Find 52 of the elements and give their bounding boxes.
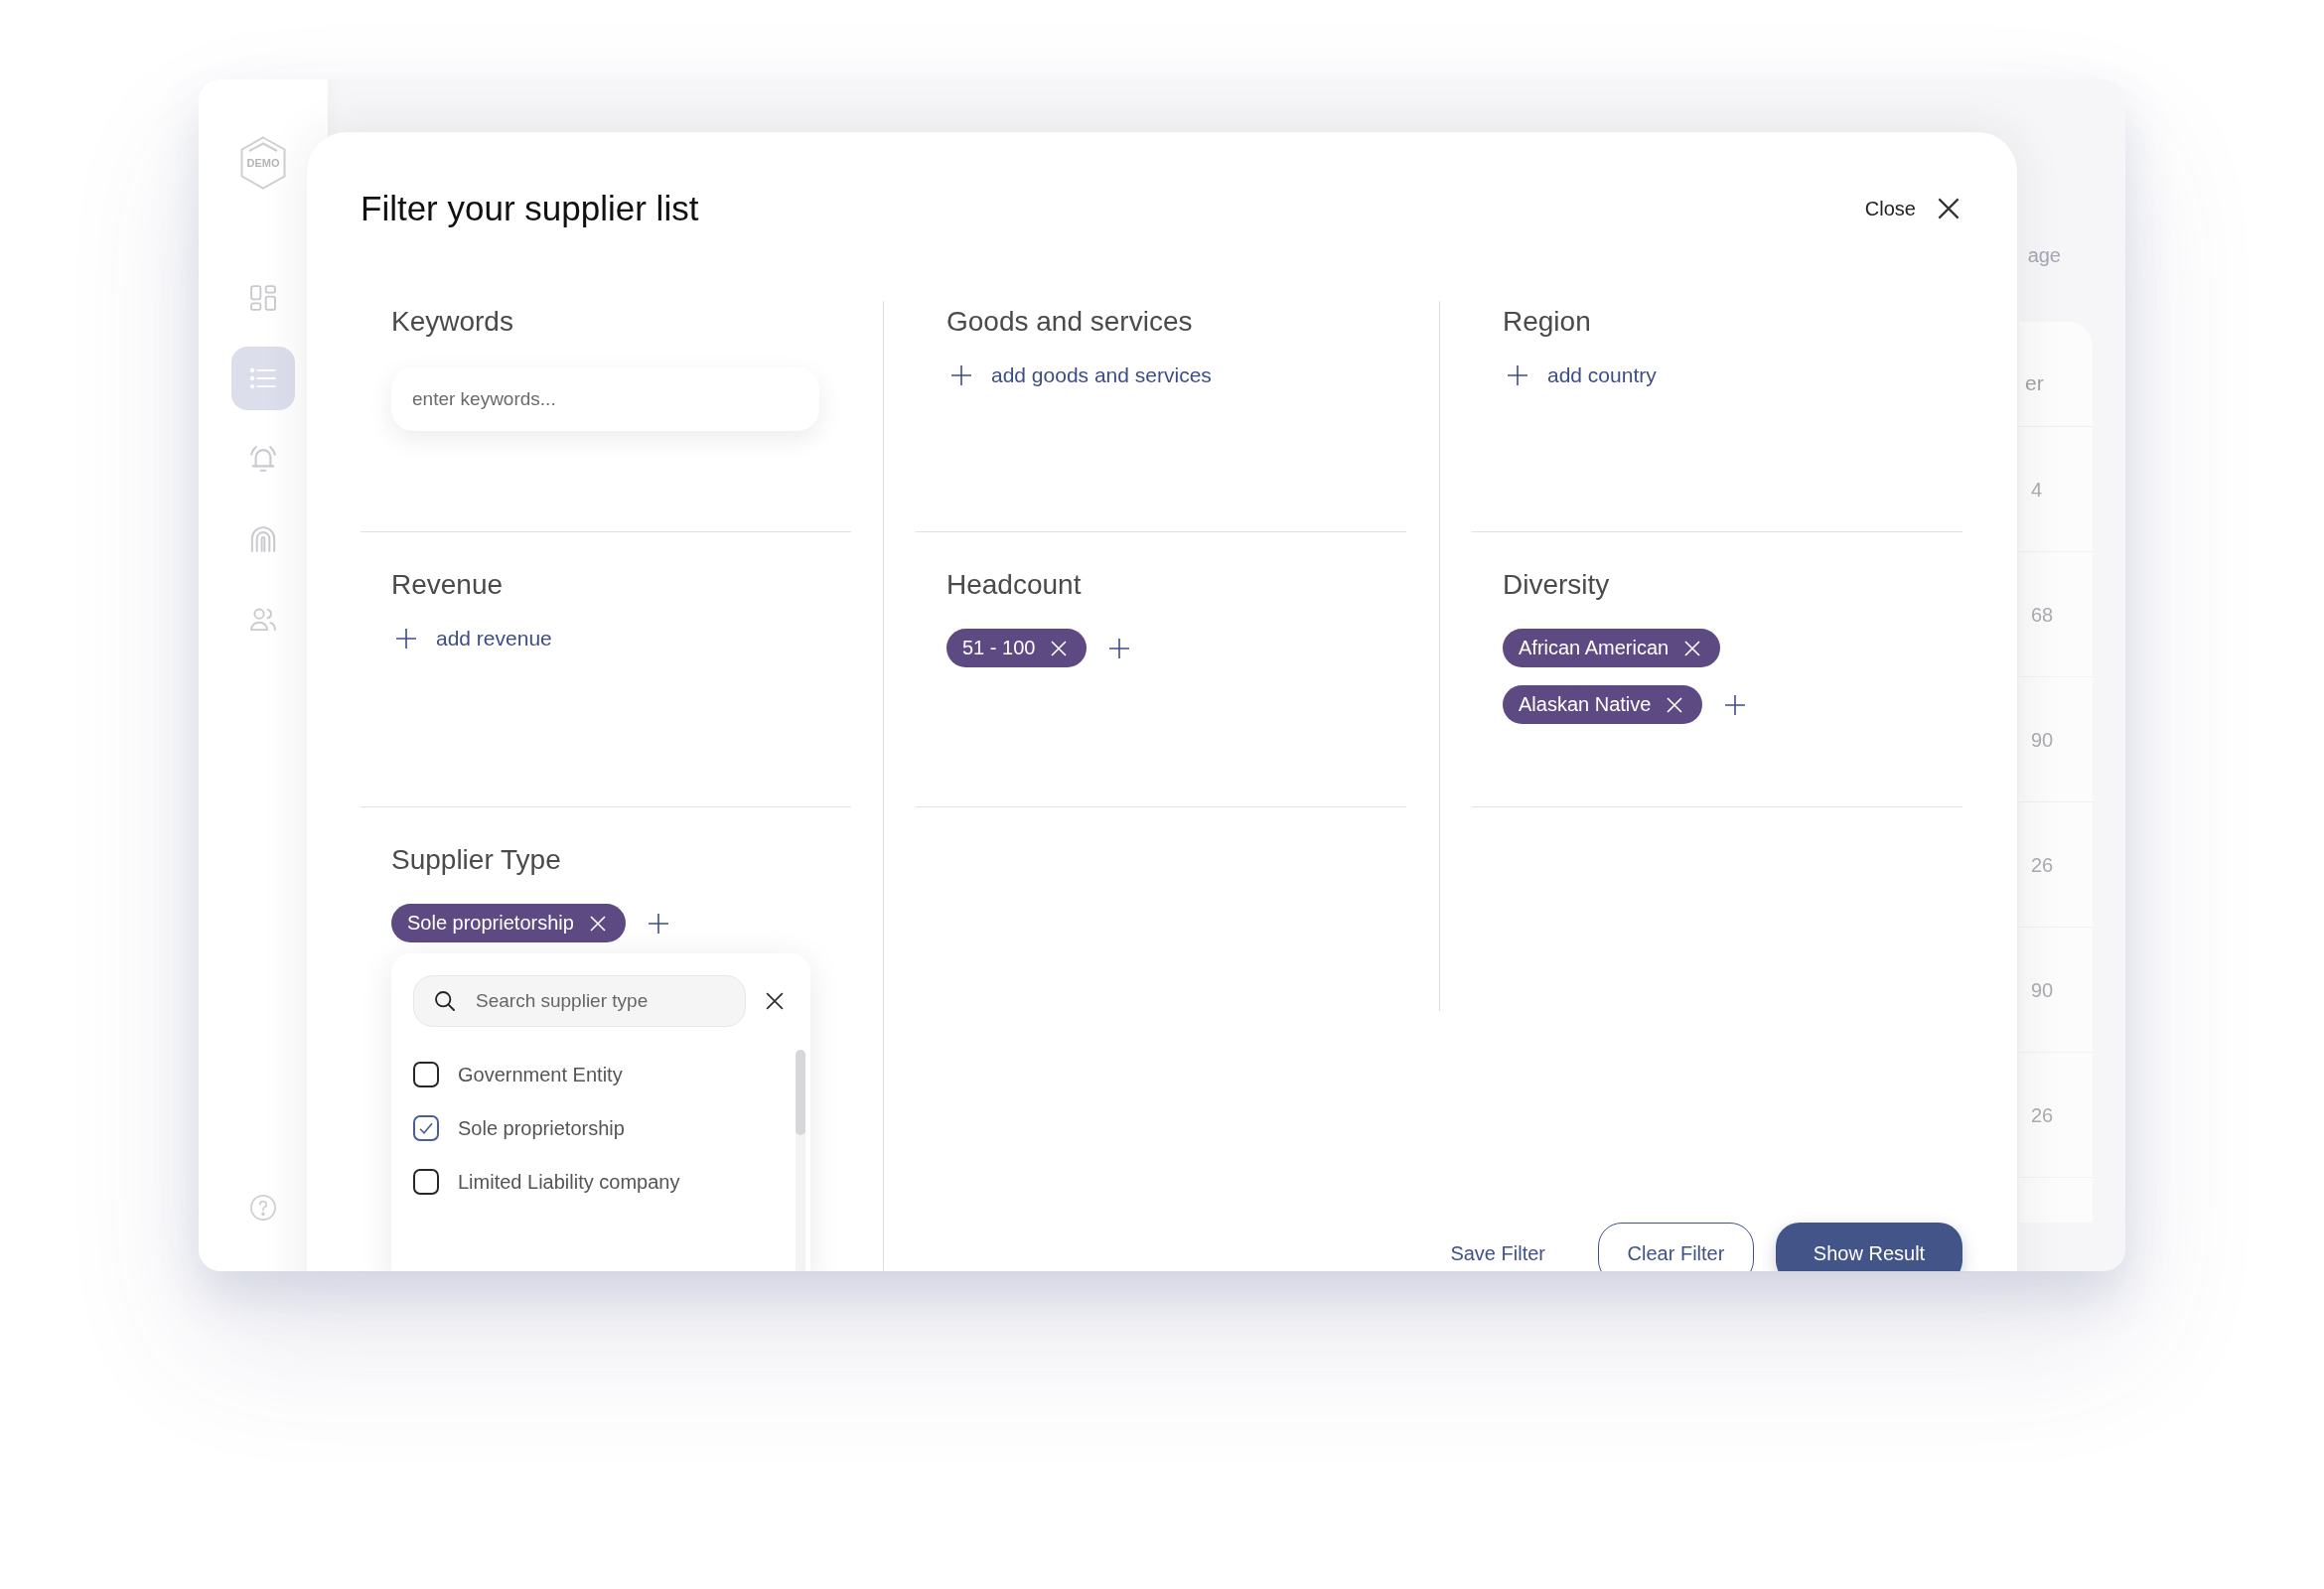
fingerprint-icon: [250, 526, 276, 552]
plus-icon[interactable]: [647, 912, 669, 935]
checkbox[interactable]: [413, 1115, 439, 1141]
dashboard-icon: [250, 285, 276, 311]
section-title: Revenue: [391, 568, 505, 602]
plus-icon[interactable]: [1108, 637, 1131, 659]
table-cell-text: 90: [2031, 727, 2054, 753]
heading-text: age: [2027, 243, 2061, 268]
secondary-button[interactable]: Clear Filter: [1598, 1223, 1754, 1271]
list-icon: [250, 365, 276, 391]
section-title: Keywords: [391, 305, 514, 339]
link-button[interactable]: Save Filter: [1450, 1241, 1545, 1265]
add-link[interactable]: add revenue: [391, 624, 552, 653]
tag-label: Alaskan Native: [1519, 693, 1652, 716]
close-icon: [1938, 198, 1960, 219]
option-label[interactable]: Government Entity: [458, 1063, 623, 1086]
add-link[interactable]: add country: [1503, 361, 1657, 390]
close-icon[interactable]: [766, 992, 784, 1010]
table-cell-text: 4: [2031, 477, 2043, 503]
users-icon: [250, 607, 276, 633]
tag-label: Sole proprietorship: [407, 912, 574, 935]
check-icon: [419, 1122, 433, 1134]
option-label[interactable]: Sole proprietorship: [458, 1116, 625, 1140]
table-cell-text: 90: [2031, 977, 2054, 1003]
primary-button[interactable]: Show Result: [1776, 1223, 1962, 1271]
checkbox[interactable]: [413, 1169, 439, 1195]
plus-icon[interactable]: [1724, 693, 1747, 716]
keywords-input[interactable]: enter keywords...: [391, 367, 819, 431]
section-title: Diversity: [1503, 568, 1611, 602]
plus-icon: [950, 364, 972, 386]
checkbox[interactable]: [413, 1062, 439, 1087]
close-button[interactable]: Close: [1864, 197, 1960, 220]
column-header: er: [2019, 322, 2093, 427]
add-link[interactable]: add goods and services: [946, 361, 1212, 390]
table-cell-text: 26: [2031, 1102, 2054, 1128]
logo: DEMO: [240, 136, 286, 190]
section-title: Region: [1503, 305, 1592, 339]
section-title: Goods and services: [946, 305, 1194, 339]
bell-icon: [250, 446, 276, 472]
section-title: Supplier Type: [391, 843, 562, 877]
dialog-title: Filter your supplier list: [361, 188, 699, 229]
table-cell-text: 68: [2031, 602, 2054, 628]
table-cell-text: 26: [2031, 852, 2054, 878]
tag-label: African American: [1519, 637, 1670, 659]
section-title: Headcount: [946, 568, 1083, 602]
plus-icon: [395, 628, 417, 650]
tag-label: 51 - 100: [962, 637, 1036, 659]
search-icon: [435, 991, 455, 1011]
scrollbar-thumb[interactable]: [796, 1050, 805, 1135]
search-field[interactable]: Search supplier type: [413, 975, 746, 1027]
plus-icon: [1507, 364, 1528, 386]
option-label[interactable]: Limited Liability company: [458, 1170, 680, 1194]
